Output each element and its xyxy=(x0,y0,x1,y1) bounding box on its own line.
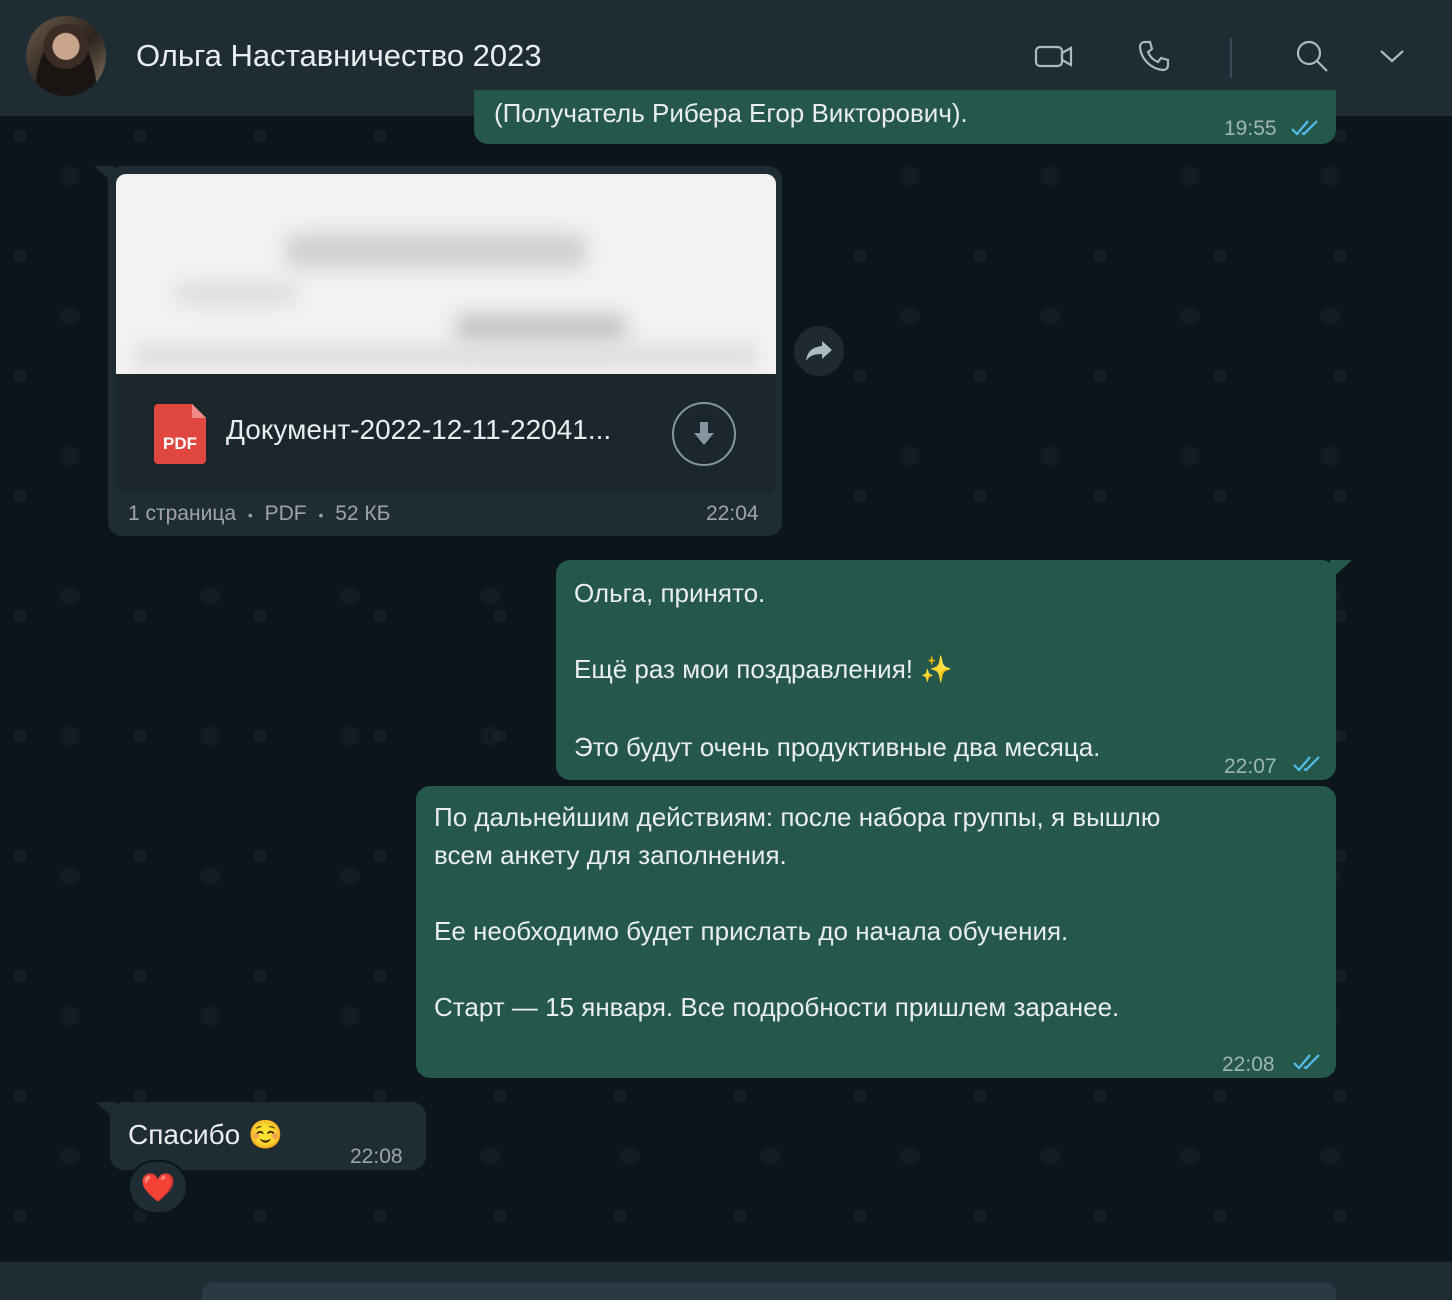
message-text-line: Ольга, принято. xyxy=(574,578,766,608)
message-text: Спасибо ☺️ xyxy=(128,1119,283,1150)
document-size: 52 КБ xyxy=(335,502,391,525)
message-text-line: По дальнейшим действиям: после набора гр… xyxy=(434,802,1161,832)
message-outgoing[interactable]: По дальнейшим действиям: после набора гр… xyxy=(416,786,1336,1078)
reaction-badge[interactable]: ❤️ xyxy=(128,1160,188,1214)
document-meta: 1 страница • PDF • 52 КБ xyxy=(128,502,390,526)
download-arrow-icon xyxy=(694,422,714,445)
read-ticks-icon xyxy=(1290,110,1322,144)
document-name: Документ-2022-12-11-22041... xyxy=(226,414,612,445)
message-time: 22:08 xyxy=(350,1145,403,1168)
read-ticks-icon xyxy=(1292,1044,1324,1082)
pdf-file-icon: PDF xyxy=(154,404,206,464)
message-text-line: Старт — 15 января. Все подробности пришл… xyxy=(434,992,1120,1022)
message-input[interactable] xyxy=(202,1282,1336,1300)
voice-call-button[interactable] xyxy=(1132,34,1176,78)
message-outgoing[interactable]: (Получатель Рибера Егор Викторович). 19:… xyxy=(474,90,1336,144)
document-preview[interactable] xyxy=(116,174,776,374)
read-ticks-icon xyxy=(1292,746,1324,784)
meta-separator: • xyxy=(247,507,253,523)
bubble-tail xyxy=(96,1102,116,1120)
message-time: 22:08 xyxy=(1222,1053,1275,1076)
menu-dropdown-button[interactable] xyxy=(1370,34,1414,78)
message-text: (Получатель Рибера Егор Викторович). xyxy=(494,98,968,128)
bubble-tail xyxy=(94,166,114,184)
message-outgoing[interactable]: Ольга, принято. Ещё раз мои поздравления… xyxy=(556,560,1336,780)
chevron-down-icon xyxy=(1380,50,1404,63)
chat-title[interactable]: Ольга Наставничество 2023 xyxy=(136,38,542,74)
message-time: 22:07 xyxy=(1224,755,1277,778)
document-type: PDF xyxy=(264,502,307,525)
forward-button[interactable] xyxy=(794,326,844,376)
meta-separator: • xyxy=(318,507,324,523)
search-button[interactable] xyxy=(1290,34,1334,78)
message-text-line: Это будут очень продуктивные два месяца. xyxy=(574,732,1101,762)
download-button[interactable] xyxy=(672,402,736,466)
message-text-line: всем анкету для заполнения. xyxy=(434,840,787,870)
video-camera-icon xyxy=(1034,45,1073,68)
pdf-icon-label: PDF xyxy=(163,434,197,453)
search-icon xyxy=(1296,40,1328,72)
avatar[interactable] xyxy=(26,16,106,96)
heart-reaction-icon: ❤️ xyxy=(140,1171,176,1203)
bubble-tail xyxy=(1330,560,1352,580)
message-time: 19:55 xyxy=(1224,117,1277,140)
phone-icon xyxy=(1138,40,1170,72)
forward-arrow-icon xyxy=(806,341,832,361)
document-file-row[interactable]: PDF Документ-2022-12-11-22041... xyxy=(116,374,776,494)
header-divider xyxy=(1230,38,1232,78)
message-time: 22:04 xyxy=(706,502,759,525)
document-pages: 1 страница xyxy=(128,502,237,525)
message-text-line: Ещё раз мои поздравления! ✨ xyxy=(574,654,953,684)
message-text-line: Ее необходимо будет прислать до начала о… xyxy=(434,916,1069,946)
video-call-button[interactable] xyxy=(1032,34,1076,78)
